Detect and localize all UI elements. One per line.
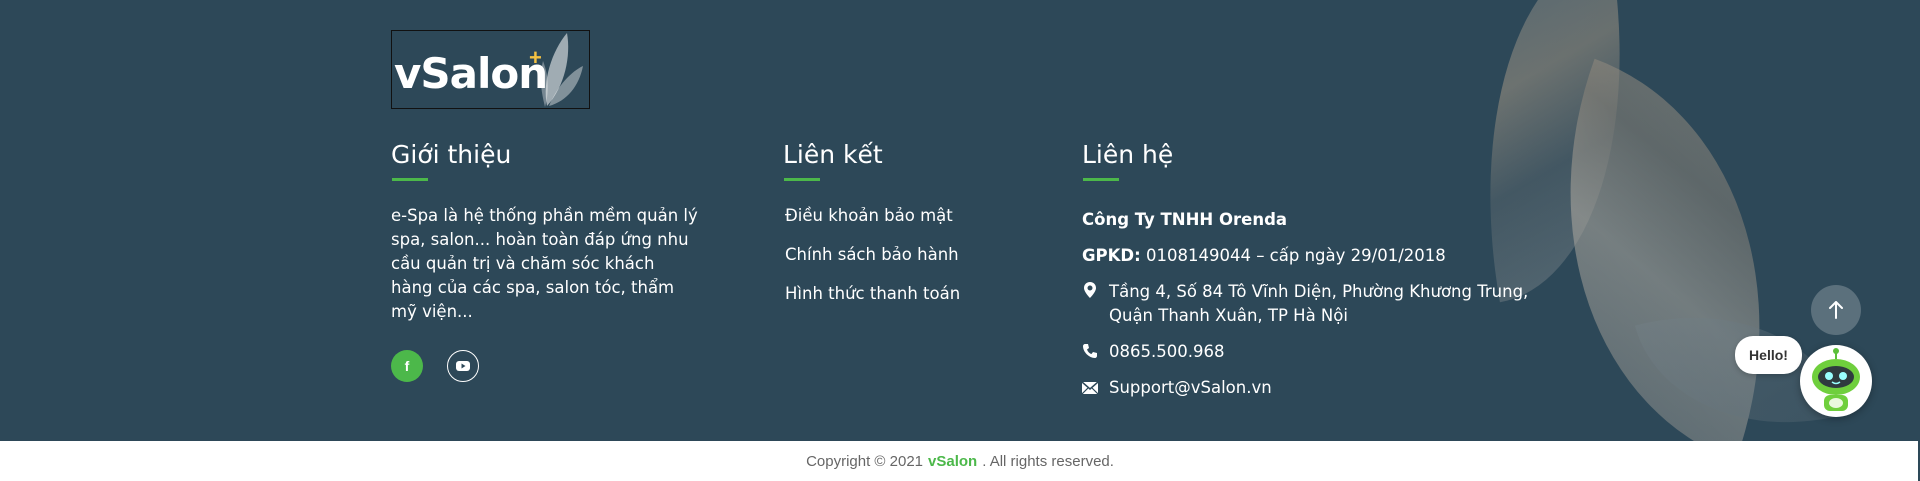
youtube-icon[interactable] [447, 350, 479, 382]
company-name: Công Ty TNHH Orenda [1082, 210, 1288, 229]
license-value: 0108149044 – cấp ngày 29/01/2018 [1145, 246, 1446, 265]
phone-icon [1083, 344, 1097, 358]
vsalon-logo[interactable]: vSalon + [391, 30, 590, 109]
facebook-icon[interactable]: f [391, 350, 423, 382]
business-license: GPKD: 0108149044 – cấp ngày 29/01/2018 [1082, 246, 1446, 265]
robot-avatar-icon [1812, 348, 1860, 411]
copyright-brand[interactable]: vSalon [928, 453, 977, 470]
title-underline [1083, 178, 1119, 181]
copyright-suffix: . All rights reserved. [982, 452, 1114, 470]
about-description: e-Spa là hệ thống phần mềm quản lý spa, … [391, 206, 698, 321]
logo-leaf-icon [540, 33, 583, 107]
about-title: Giới thiệu [391, 140, 512, 169]
scroll-to-top-button[interactable] [1811, 285, 1861, 335]
email-icon [1082, 381, 1098, 395]
email-address[interactable]: Support@vSalon.vn [1109, 376, 1272, 400]
arrow-up-icon [1829, 301, 1843, 319]
title-underline [392, 178, 428, 181]
link-payment-methods[interactable]: Hình thức thanh toán [785, 284, 960, 303]
chatbot-button[interactable] [1800, 345, 1872, 417]
links-title: Liên kết [783, 140, 883, 169]
license-label: GPKD: [1082, 246, 1141, 265]
title-underline [784, 178, 820, 181]
address-line-1: Tầng 4, Số 84 Tô Vĩnh Diện, Phường Khươn… [1109, 282, 1529, 301]
link-warranty-policy[interactable]: Chính sách bảo hành [785, 245, 959, 264]
copyright-prefix: Copyright © 2021 [806, 452, 924, 470]
footer: vSalon + Giới thiệu e-Spa là hệ thống ph… [0, 0, 1920, 441]
facebook-glyph: f [404, 358, 410, 374]
address-line-2: Quận Thanh Xuân, TP Hà Nội [1109, 306, 1348, 325]
copyright-bar: Copyright © 2021 vSalon . All rights res… [0, 441, 1920, 481]
chat-hello-bubble[interactable]: Hello! [1735, 336, 1802, 374]
link-privacy-policy[interactable]: Điều khoản bảo mật [785, 206, 953, 225]
location-pin-icon [1084, 282, 1096, 298]
logo-text: vSalon [394, 49, 548, 98]
contact-title: Liên hệ [1082, 140, 1174, 169]
youtube-play-icon [456, 361, 470, 371]
phone-number[interactable]: 0865.500.968 [1109, 340, 1224, 364]
